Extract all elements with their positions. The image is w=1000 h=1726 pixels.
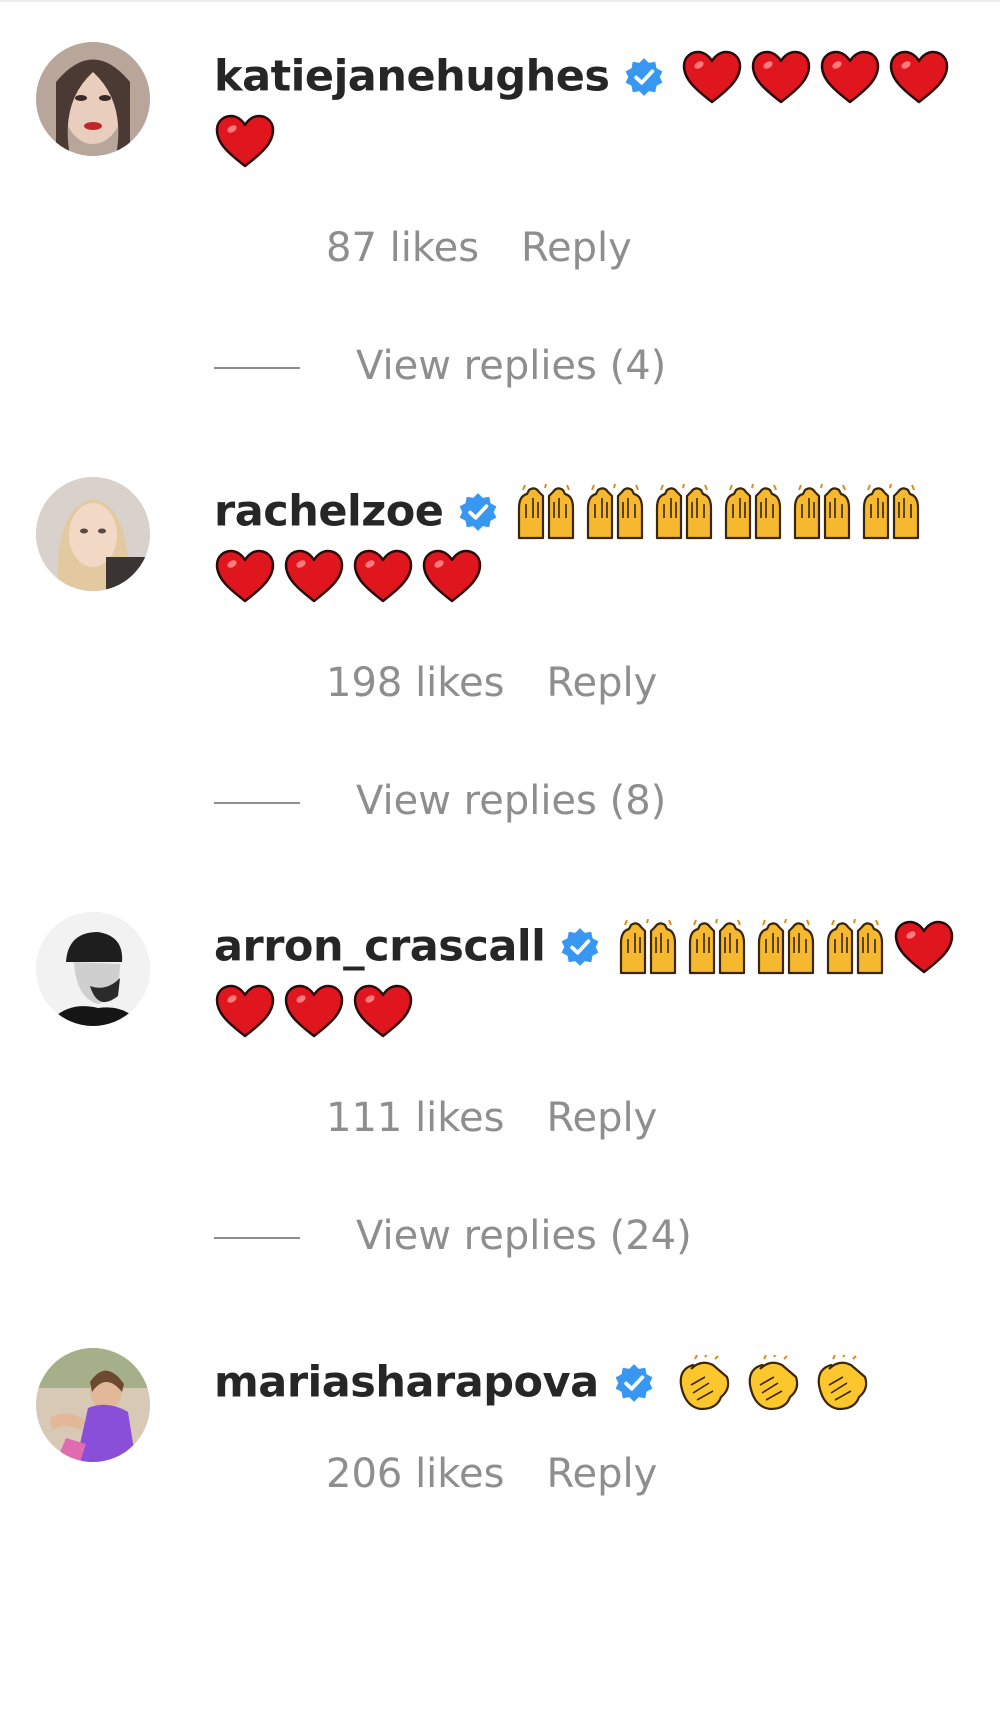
red-heart-icon [214,548,276,604]
comment-text: arron_crascall [214,914,974,1043]
avatar[interactable] [36,912,150,1026]
red-heart-icon [352,548,414,604]
avatar[interactable] [36,1348,150,1462]
comment-item: rachelzoe 198 likes Reply View replies (8… [0,435,1000,855]
reply-button[interactable]: Reply [546,1095,657,1141]
username[interactable]: arron_crascall [214,922,546,972]
comment-item: arron_crascall 111 likes Reply View repli… [0,870,1000,1290]
view-replies-button[interactable]: View replies (24) [214,1213,692,1259]
username[interactable]: katiejanehughes [214,52,610,102]
view-replies-button[interactable]: View replies (8) [214,778,666,824]
comment-meta: 198 likes Reply [326,660,657,706]
emoji-list [671,1354,878,1410]
reply-button[interactable]: Reply [521,225,632,271]
raising-hands-icon [791,483,853,540]
avatar[interactable] [36,477,150,591]
reply-button[interactable]: Reply [546,660,657,706]
view-replies-label: View replies (8) [356,778,667,824]
raising-hands-icon [617,918,679,975]
verified-badge-icon [559,926,601,968]
verified-badge-icon [457,491,499,533]
comment-item: mariasharapova 206 likes Reply [0,1306,1000,1726]
clapping-hands-icon [809,1354,871,1411]
replies-dash [214,1237,300,1239]
verified-badge-icon [623,56,665,98]
replies-dash [214,802,300,804]
raising-hands-icon [515,483,577,540]
comment-item: katiejanehughes 87 likes Reply View repli… [0,0,1000,420]
comment-meta: 87 likes Reply [326,225,632,271]
red-heart-icon [214,113,276,169]
raising-hands-icon [860,483,922,540]
red-heart-icon [283,548,345,604]
raising-hands-icon [653,483,715,540]
view-replies-button[interactable]: View replies (4) [214,343,666,389]
clapping-hands-icon [671,1354,733,1411]
red-heart-icon [283,983,345,1039]
clapping-hands-icon [740,1354,802,1411]
red-heart-icon [893,919,955,975]
username[interactable]: rachelzoe [214,487,444,537]
like-count[interactable]: 111 likes [326,1095,504,1141]
red-heart-icon [819,49,881,105]
red-heart-icon [888,49,950,105]
view-replies-label: View replies (4) [356,343,667,389]
verified-badge-icon [613,1362,655,1404]
like-count[interactable]: 87 likes [326,225,479,271]
raising-hands-icon [824,918,886,975]
view-replies-label: View replies (24) [356,1213,692,1259]
raising-hands-icon [584,483,646,540]
username[interactable]: mariasharapova [214,1358,599,1408]
avatar[interactable] [36,42,150,156]
raising-hands-icon [722,483,784,540]
red-heart-icon [750,49,812,105]
red-heart-icon [681,49,743,105]
reply-button[interactable]: Reply [546,1451,657,1497]
comment-text: rachelzoe [214,479,974,608]
comment-meta: 206 likes Reply [326,1451,657,1497]
comment-text: katiejanehughes [214,44,974,173]
raising-hands-icon [686,918,748,975]
red-heart-icon [214,983,276,1039]
red-heart-icon [352,983,414,1039]
raising-hands-icon [755,918,817,975]
comment-text: mariasharapova [214,1350,974,1415]
replies-dash [214,367,300,369]
like-count[interactable]: 206 likes [326,1451,504,1497]
red-heart-icon [421,548,483,604]
like-count[interactable]: 198 likes [326,660,504,706]
comment-meta: 111 likes Reply [326,1095,657,1141]
